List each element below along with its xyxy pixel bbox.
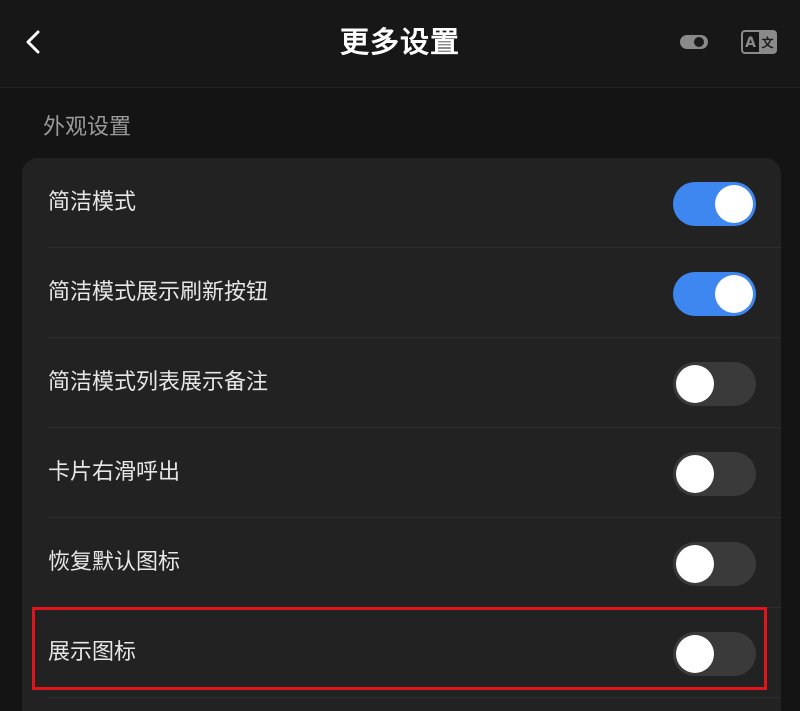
toggle-icon [680,35,708,49]
switch-restore-icon[interactable] [673,542,756,586]
switch-knob [715,275,753,313]
setting-row-simple-mode: 简洁模式 [22,158,781,248]
switch-show-icon[interactable] [673,632,756,676]
switch-knob [676,455,714,493]
switch-knob [676,545,714,583]
translate-icon: A 文 [741,30,777,54]
translate-button[interactable]: A 文 [736,24,782,60]
switch-refresh-button[interactable] [673,272,756,316]
switch-card-swipe[interactable] [673,452,756,496]
setting-label: 卡片右滑呼出 [48,460,181,485]
setting-label: 展示图标 [48,640,137,665]
translate-glyph-left: A [745,35,756,51]
setting-row-show-icon: 展示图标 [22,608,781,698]
setting-label: 简洁模式展示刷新按钮 [48,280,269,305]
setting-row-restore-icon: 恢复默认图标 [22,518,781,608]
setting-row-card-swipe: 卡片右滑呼出 [22,428,781,518]
setting-label: 简洁模式列表展示备注 [48,370,269,395]
translate-glyph-right: 文 [761,35,774,50]
switch-knob [676,635,714,673]
row-divider [48,697,781,698]
header-bar: 更多设置 A 文 [0,0,800,88]
switch-simple-mode[interactable] [673,182,756,226]
theme-toggle-button[interactable] [674,26,714,58]
switch-knob [676,365,714,403]
switch-list-notes[interactable] [673,362,756,406]
setting-row-list-notes: 简洁模式列表展示备注 [22,338,781,428]
switch-knob [715,185,753,223]
section-title-appearance: 外观设置 [43,115,132,140]
more-settings-screen: 更多设置 A 文 外观设置 简洁模式 简洁模式展示刷新按钮 简洁模式列表展示备注… [0,0,800,711]
setting-row-refresh-button: 简洁模式展示刷新按钮 [22,248,781,338]
setting-label: 恢复默认图标 [48,550,181,575]
setting-label: 简洁模式 [48,190,137,215]
settings-card: 简洁模式 简洁模式展示刷新按钮 简洁模式列表展示备注 卡片右滑呼出 恢复默认图标… [22,158,781,711]
